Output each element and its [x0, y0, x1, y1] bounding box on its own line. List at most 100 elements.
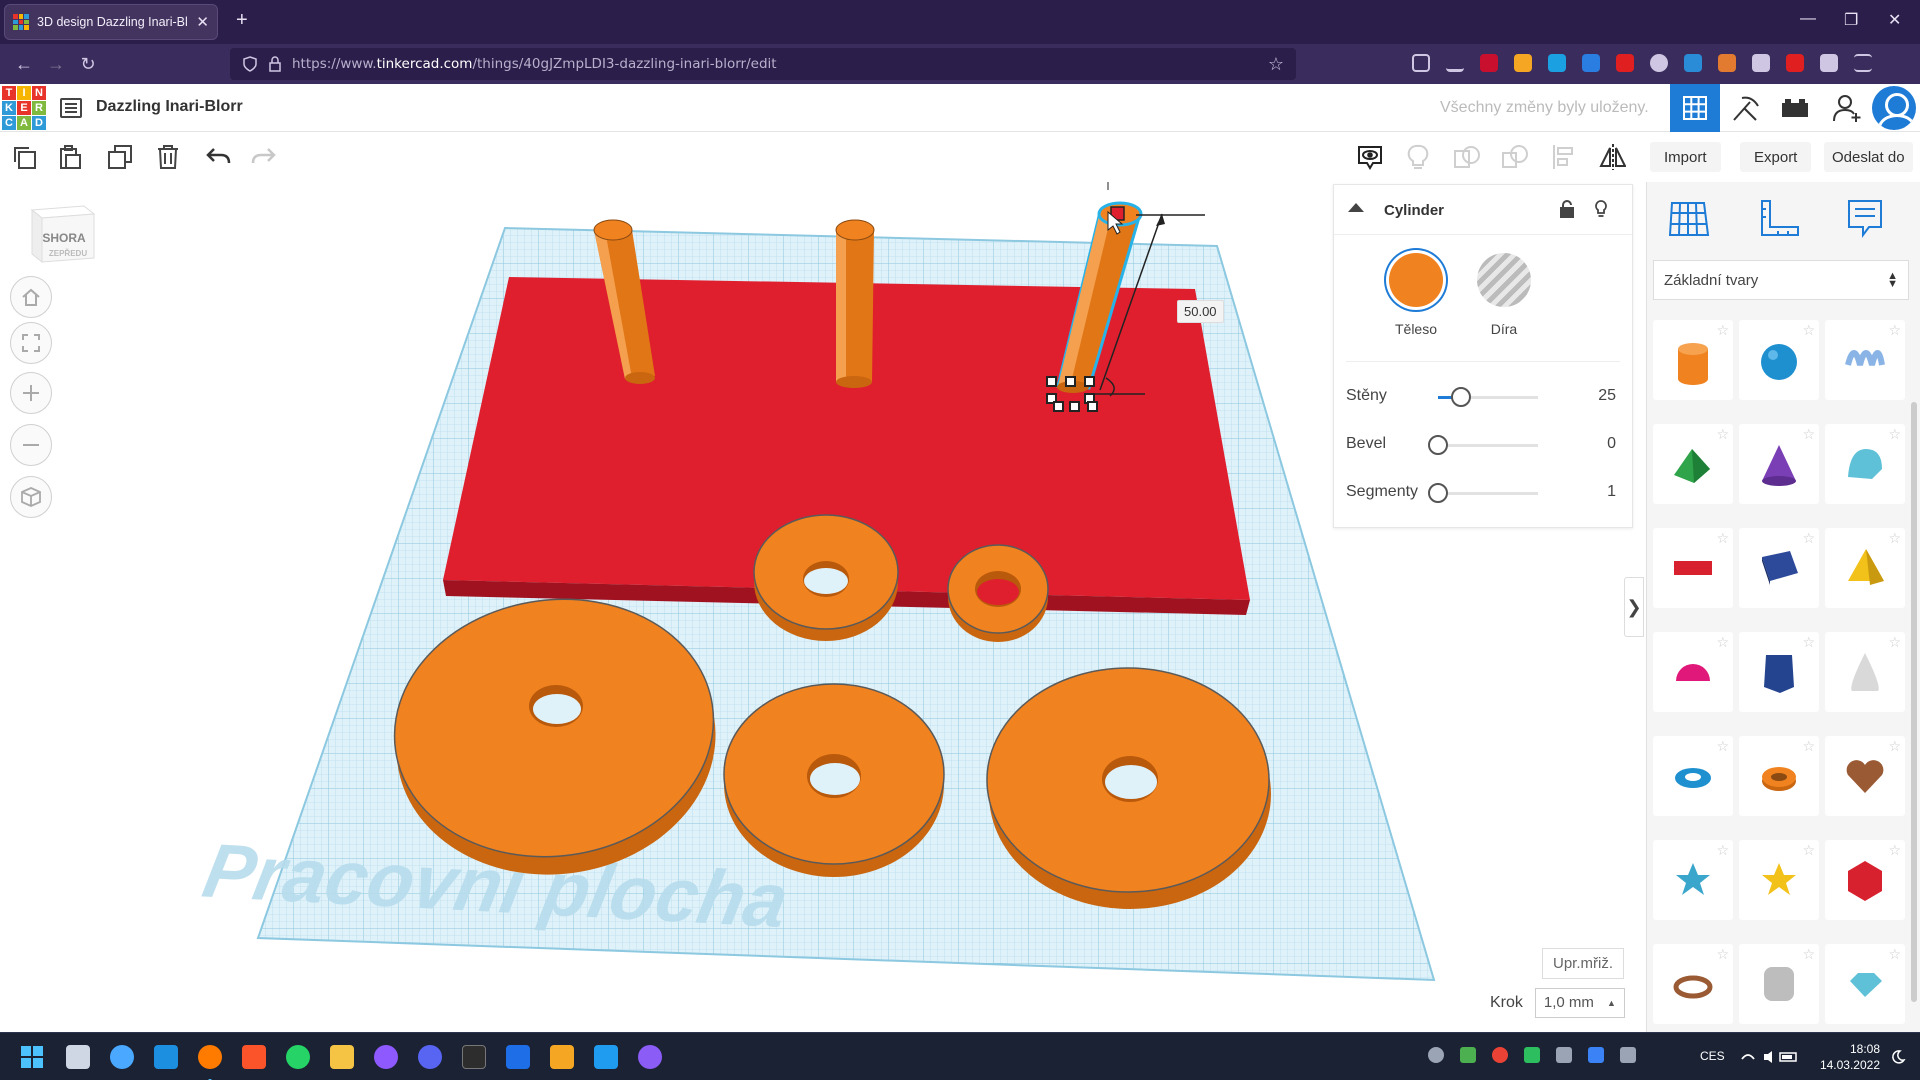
favorite-star-icon[interactable]: ☆: [1802, 530, 1815, 547]
vscode-icon[interactable]: [594, 1045, 618, 1069]
file-explorer-icon[interactable]: [330, 1045, 354, 1069]
home-view-button[interactable]: [10, 276, 52, 318]
favorite-star-icon[interactable]: ☆: [1716, 842, 1729, 859]
network-volume-battery-icons[interactable]: [1740, 1049, 1800, 1065]
favorite-star-icon[interactable]: ☆: [1716, 634, 1729, 651]
extensions-puzzle-icon[interactable]: [1820, 54, 1838, 72]
metamask-icon[interactable]: [1718, 54, 1736, 72]
export-button[interactable]: Export: [1740, 142, 1812, 172]
delete-button[interactable]: [154, 143, 182, 171]
keyboard-icon[interactable]: [1620, 1047, 1636, 1063]
terminal-icon[interactable]: [462, 1045, 486, 1069]
edit-grid-button[interactable]: Upr.mřiž.: [1542, 948, 1624, 979]
favorite-star-icon[interactable]: ☆: [1802, 426, 1815, 443]
slider-knob[interactable]: [1428, 435, 1448, 455]
firefox-icon[interactable]: [198, 1045, 222, 1069]
restore-icon[interactable]: ❐: [1844, 10, 1858, 30]
param-value[interactable]: 1: [1556, 483, 1616, 501]
shape-round-roof[interactable]: ☆: [1825, 424, 1905, 504]
favorite-star-icon[interactable]: ☆: [1888, 322, 1901, 339]
favorite-star-icon[interactable]: ☆: [1888, 530, 1901, 547]
fit-view-button[interactable]: [10, 322, 52, 364]
disc-small-1[interactable]: [753, 514, 899, 641]
app-f-icon[interactable]: [550, 1045, 574, 1069]
shape-star-yellow[interactable]: ☆: [1739, 840, 1819, 920]
collapse-library-button[interactable]: ❯: [1624, 577, 1644, 637]
group-button[interactable]: [1452, 143, 1480, 171]
extension-box-icon[interactable]: [1684, 54, 1702, 72]
collapse-inspector-icon[interactable]: [1348, 203, 1364, 212]
favorite-star-icon[interactable]: ☆: [1716, 946, 1729, 963]
extension-gear-icon[interactable]: [1650, 54, 1668, 72]
3d-view-button[interactable]: [1670, 84, 1720, 132]
favorite-star-icon[interactable]: ☆: [1716, 738, 1729, 755]
url-bar[interactable]: https://www.tinkercad.com/things/40gJZmp…: [230, 48, 1296, 80]
close-window-icon[interactable]: ✕: [1888, 10, 1901, 30]
height-dimension-label[interactable]: 50.00: [1177, 300, 1224, 323]
brave-icon[interactable]: [242, 1045, 266, 1069]
import-button[interactable]: Import: [1650, 142, 1721, 172]
bookmark-star-icon[interactable]: ☆: [1268, 54, 1284, 75]
favorite-star-icon[interactable]: ☆: [1888, 946, 1901, 963]
favorite-star-icon[interactable]: ☆: [1802, 946, 1815, 963]
user-avatar[interactable]: [1872, 86, 1916, 130]
lock-icon[interactable]: [1560, 200, 1574, 218]
solid-color-swatch[interactable]: [1389, 253, 1443, 307]
disc-small-2[interactable]: [947, 544, 1049, 642]
favorite-star-icon[interactable]: ☆: [1716, 322, 1729, 339]
discord-icon[interactable]: [418, 1045, 442, 1069]
favorite-star-icon[interactable]: ☆: [1888, 426, 1901, 443]
slider-track[interactable]: [1438, 492, 1538, 495]
shape-polygon[interactable]: ☆: [1739, 632, 1819, 712]
favorite-star-icon[interactable]: ☆: [1716, 426, 1729, 443]
workspace[interactable]: Pracovní plocha 50.00 SHORA ZEPŘEDU Cyli…: [0, 182, 1646, 1032]
lightbulb-icon[interactable]: [1594, 199, 1608, 219]
shape-box[interactable]: ☆: [1739, 528, 1819, 608]
disc-medium-1[interactable]: [723, 683, 945, 877]
messenger-icon[interactable]: [374, 1045, 398, 1069]
bricks-button[interactable]: [1770, 84, 1820, 132]
favorite-star-icon[interactable]: ☆: [1888, 738, 1901, 755]
shape-icosahedron[interactable]: ☆: [1825, 840, 1905, 920]
shape-roof[interactable]: ☆: [1653, 424, 1733, 504]
slider-knob[interactable]: [1451, 387, 1471, 407]
copy-button[interactable]: [10, 143, 38, 171]
ruler-tool-button[interactable]: [1757, 196, 1801, 240]
tray-shield-icon[interactable]: [1524, 1047, 1540, 1063]
bluetooth-icon[interactable]: [1588, 1047, 1604, 1063]
design-menu-icon[interactable]: [60, 98, 82, 118]
extension-grey-icon[interactable]: [1752, 54, 1770, 72]
hole-swatch[interactable]: [1477, 253, 1531, 307]
onedrive-icon[interactable]: [110, 1045, 134, 1069]
mirror-button[interactable]: [1598, 143, 1626, 171]
library-scrollbar[interactable]: [1911, 402, 1917, 1002]
favorite-star-icon[interactable]: ☆: [1888, 842, 1901, 859]
shape-paraboloid[interactable]: ☆: [1825, 632, 1905, 712]
align-button[interactable]: [1550, 143, 1578, 171]
clock[interactable]: 18:08 14.03.2022: [1810, 1041, 1880, 1073]
shape-wedge-cube[interactable]: ☆: [1739, 944, 1819, 1024]
extension-blue-icon[interactable]: [1548, 54, 1566, 72]
zoom-out-button[interactable]: [10, 424, 52, 466]
favorite-star-icon[interactable]: ☆: [1802, 842, 1815, 859]
param-value[interactable]: 25: [1556, 387, 1616, 405]
new-tab-icon[interactable]: +: [236, 9, 248, 32]
undo-button[interactable]: [204, 143, 232, 171]
download-icon[interactable]: [1446, 54, 1464, 72]
notification-moon-icon[interactable]: [1890, 1049, 1906, 1065]
favorite-star-icon[interactable]: ☆: [1888, 634, 1901, 651]
back-icon[interactable]: ←: [8, 54, 40, 75]
cylinder-peg-2[interactable]: [835, 219, 875, 388]
paste-button[interactable]: [56, 143, 84, 171]
shape-heart[interactable]: ☆: [1825, 736, 1905, 816]
workplane-tool-button[interactable]: [1667, 196, 1711, 240]
extension-heart-icon[interactable]: [1786, 54, 1804, 72]
perspective-button[interactable]: [10, 476, 52, 518]
shape-cone[interactable]: ☆: [1739, 424, 1819, 504]
redo-button[interactable]: [250, 143, 278, 171]
shape-scribble[interactable]: ☆: [1825, 320, 1905, 400]
extension-orange-icon[interactable]: [1514, 54, 1532, 72]
send-to-button[interactable]: Odeslat do: [1824, 142, 1913, 172]
shape-pyramid[interactable]: ☆: [1825, 528, 1905, 608]
browser-tab[interactable]: 3D design Dazzling Inari-Blorr | ✕: [4, 4, 218, 40]
